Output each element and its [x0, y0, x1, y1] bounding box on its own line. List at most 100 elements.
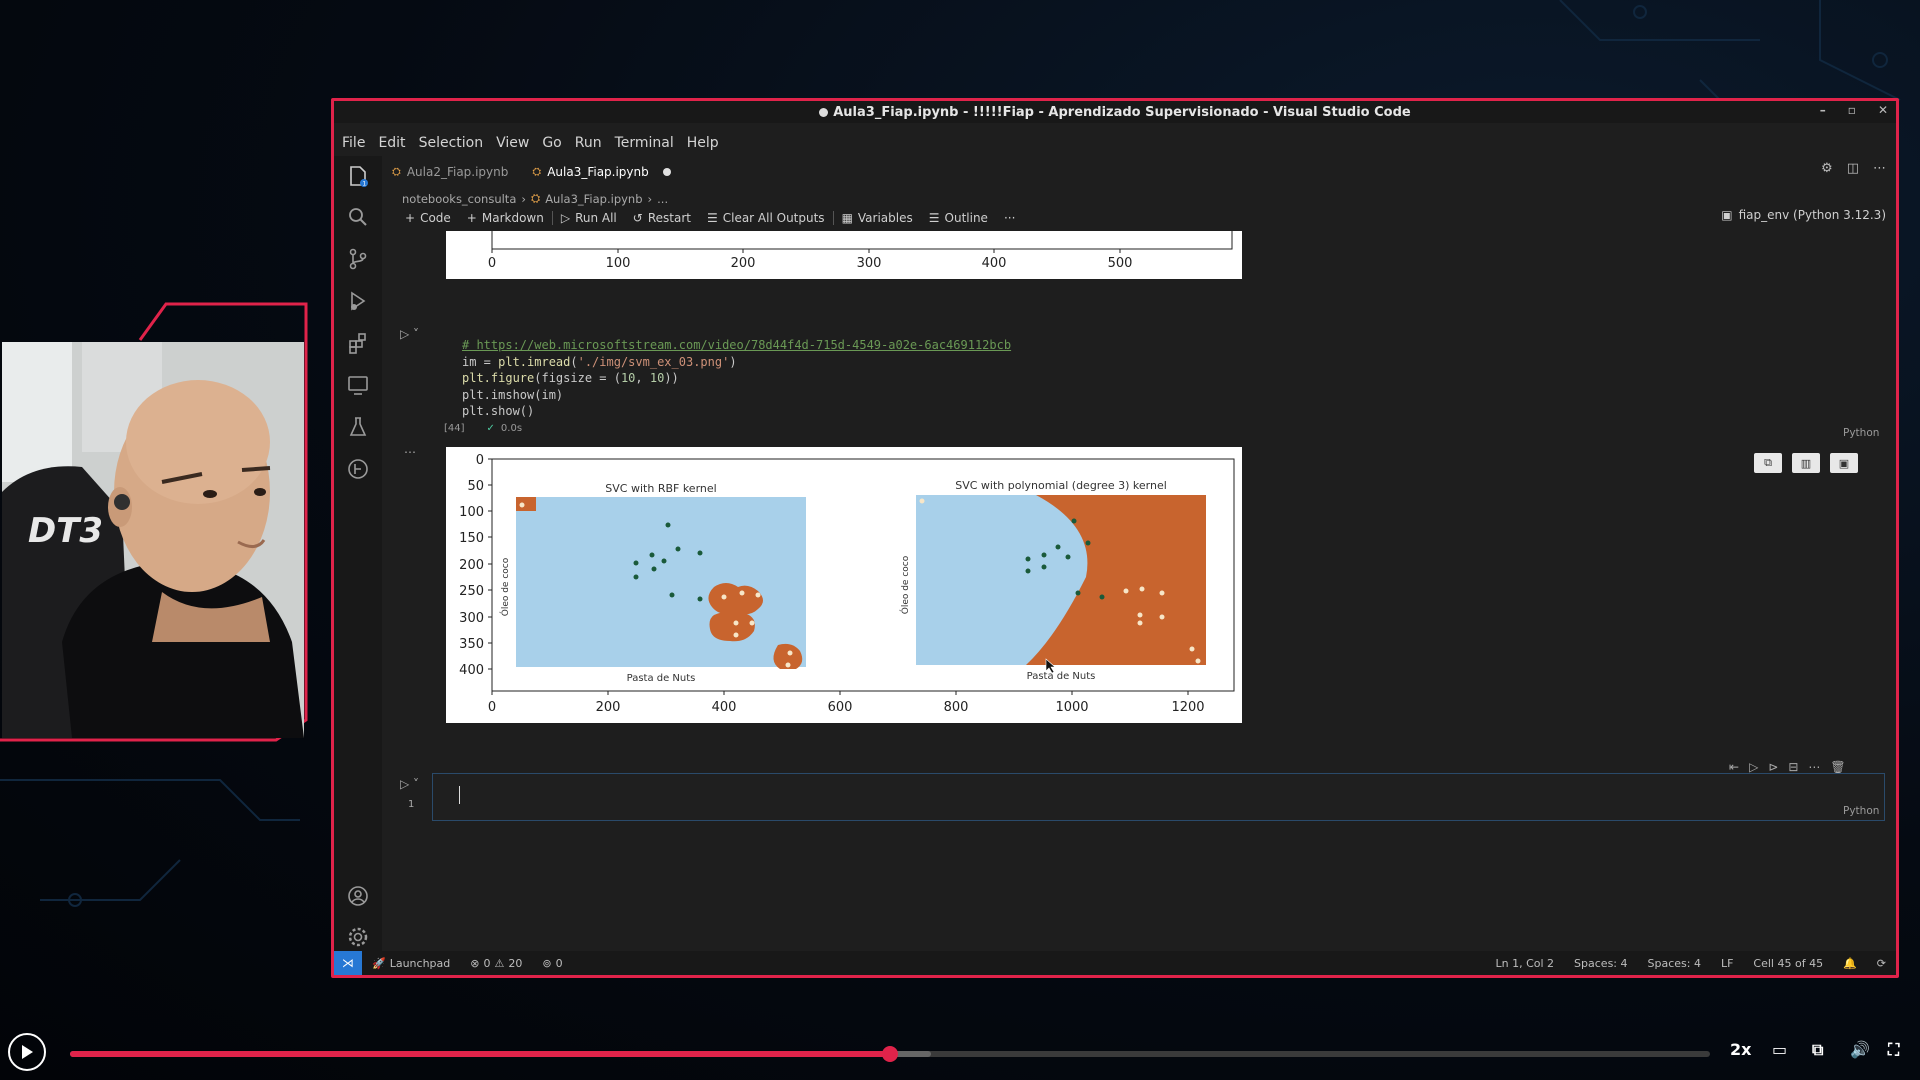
explorer-icon[interactable]: 1 [346, 164, 370, 188]
kernel-picker[interactable]: ▣ fiap_env (Python 3.12.3) [1721, 208, 1886, 222]
testing-icon[interactable] [346, 415, 370, 439]
progress-bar[interactable] [70, 1046, 1710, 1062]
menu-terminal[interactable]: Terminal [615, 135, 674, 151]
close-button[interactable]: ✕ [1878, 103, 1888, 117]
notifications-bell-icon[interactable]: 🔔 [1833, 957, 1867, 970]
breadcrumb-folder[interactable]: notebooks_consulta [402, 192, 516, 206]
broadcast-icon: ⊚ [542, 956, 552, 970]
x-tick-label: 1200 [1171, 700, 1204, 715]
svg-text:1: 1 [362, 180, 366, 187]
cell-language-label[interactable]: Python [1843, 427, 1879, 439]
tab-label: Aula2_Fiap.ipynb [406, 165, 509, 179]
end-of-line[interactable]: LF [1711, 957, 1743, 970]
new-code-cell-editor[interactable] [432, 773, 1885, 821]
toolbar-more-button[interactable]: ··· [996, 207, 1023, 229]
cell-toolbar: ⇤ ▷ ⊳ ⊟ ⋯ 🗑 [1729, 760, 1846, 774]
delete-cell-icon[interactable]: 🗑 [1830, 760, 1845, 774]
indentation-1[interactable]: Spaces: 4 [1564, 957, 1637, 970]
split-editor-icon[interactable]: ◫ [1847, 161, 1859, 176]
restart-button[interactable]: ↺ Restart [625, 207, 699, 229]
menu-help[interactable]: Help [687, 135, 719, 151]
y-tick-label: 0 [476, 453, 484, 468]
run-all-button[interactable]: ▷ Run All [553, 207, 625, 229]
axis-tick-label: 400 [982, 256, 1007, 271]
cell-counter[interactable]: Cell 45 of 45 [1743, 957, 1833, 970]
text-caret [459, 786, 460, 804]
progress-fill [70, 1051, 890, 1057]
x-tick-label: 0 [488, 700, 496, 715]
status-bar: ⋊ 🚀 Launchpad ⊗ 0 ⚠ 20 ⊚ 0 Ln 1, Col 2 Space… [334, 951, 1896, 975]
captions-icon[interactable]: ▭ [1772, 1040, 1787, 1059]
fullscreen-icon[interactable]: ⛶ [1888, 1040, 1899, 1060]
menu-bar: File Edit Selection View Go Run Terminal… [342, 135, 719, 151]
split-cell-icon[interactable]: ⊟ [1788, 760, 1798, 774]
table-icon: ▦ [841, 211, 853, 225]
breadcrumb-more[interactable]: ... [657, 192, 668, 206]
launchpad-button[interactable]: 🚀 Launchpad [362, 957, 460, 970]
clear-outputs-button[interactable]: ☰ Clear All Outputs [699, 207, 833, 229]
minimize-button[interactable]: – [1820, 103, 1826, 117]
warning-icon: ⚠ [494, 956, 505, 970]
execute-below-icon[interactable]: ⊳ [1768, 760, 1778, 774]
outline-button[interactable]: ☰ Outline [921, 207, 996, 229]
source-control-icon[interactable] [346, 247, 370, 271]
run-below-icon[interactable]: ▷ [1749, 760, 1758, 774]
playback-speed[interactable]: 2x [1730, 1040, 1751, 1059]
pip-icon[interactable]: ⧉ [1812, 1040, 1823, 1060]
video-stage: DT3 Aula3_Fiap.ipynb - !!!!!Fiap - Apren… [0, 0, 1920, 1080]
axis-tick-label: 300 [857, 256, 882, 271]
add-markdown-cell-button[interactable]: + Markdown [459, 207, 552, 229]
y-tick-label: 100 [459, 505, 484, 520]
volume-icon[interactable]: 🔊 [1850, 1040, 1870, 1059]
copilot-icon[interactable]: ⟳ [1867, 957, 1896, 970]
menu-edit[interactable]: Edit [378, 135, 405, 151]
error-icon: ⊗ [470, 956, 480, 970]
menu-selection[interactable]: Selection [419, 135, 484, 151]
problems-indicator[interactable]: ⊗ 0 ⚠ 20 [460, 957, 532, 970]
save-image-icon[interactable]: ▣ [1830, 453, 1858, 473]
cursor-position[interactable]: Ln 1, Col 2 [1485, 957, 1564, 970]
remote-indicator-icon[interactable]: ⋊ [334, 951, 362, 975]
code-cell-editor[interactable]: # https://web.microsoftstream.com/video/… [462, 337, 1011, 420]
tab-label: Aula3_Fiap.ipynb [547, 165, 649, 179]
notebook-settings-icon[interactable]: ⚙ [1821, 161, 1833, 176]
run-debug-icon[interactable] [346, 289, 370, 313]
gitlens-icon[interactable] [346, 457, 370, 481]
y-tick-label: 200 [459, 558, 484, 573]
menu-go[interactable]: Go [542, 135, 561, 151]
search-icon[interactable] [346, 205, 370, 229]
menu-view[interactable]: View [496, 135, 529, 151]
run-new-cell-button[interactable]: ▷ ˅ [400, 777, 419, 791]
ports-indicator[interactable]: ⊚ 0 [532, 957, 572, 970]
breadcrumb-file[interactable]: Aula3_Fiap.ipynb [545, 192, 642, 206]
menu-run[interactable]: Run [575, 135, 602, 151]
indentation-2[interactable]: Spaces: 4 [1638, 957, 1711, 970]
settings-gear-icon[interactable] [346, 925, 370, 949]
run-above-icon[interactable]: ⇤ [1729, 760, 1739, 774]
variables-button[interactable]: ▦ Variables [834, 207, 921, 229]
menu-file[interactable]: File [342, 135, 365, 151]
play-button[interactable] [8, 1033, 46, 1071]
remote-explorer-icon[interactable] [346, 373, 370, 397]
axis-tick-label: 100 [606, 256, 631, 271]
output-more-icon[interactable]: ⋯ [404, 445, 416, 459]
more-actions-icon[interactable]: ⋯ [1873, 161, 1886, 176]
y-tick-label: 350 [459, 637, 484, 652]
previous-output-image: 0 100 200 300 400 500 [446, 231, 1242, 279]
copy-output-icon[interactable]: ⧉ [1754, 453, 1782, 473]
tab-aula2[interactable]: ⛭ Aula2_Fiap.ipynb [382, 160, 522, 184]
add-code-cell-button[interactable]: + Code [397, 207, 459, 229]
restore-button[interactable]: ▫ [1848, 103, 1856, 117]
video-player-controls: 2x ▭ ⧉ 🔊 ⛶ [0, 1028, 1920, 1080]
unsaved-dot-icon [819, 107, 829, 117]
tab-aula3[interactable]: ⛭ Aula3_Fiap.ipynb [522, 160, 684, 184]
y-tick-label: 300 [459, 611, 484, 626]
extensions-icon[interactable] [346, 331, 370, 355]
new-cell-language-label[interactable]: Python [1843, 805, 1879, 817]
plot-viewer-icon[interactable]: ▥ [1792, 453, 1820, 473]
unsaved-dot-icon[interactable] [662, 168, 671, 176]
accounts-icon[interactable] [346, 884, 370, 908]
run-cell-button[interactable]: ▷ ˅ [400, 327, 419, 341]
cell-more-icon[interactable]: ⋯ [1808, 760, 1820, 774]
scrubber-handle[interactable] [882, 1046, 898, 1062]
